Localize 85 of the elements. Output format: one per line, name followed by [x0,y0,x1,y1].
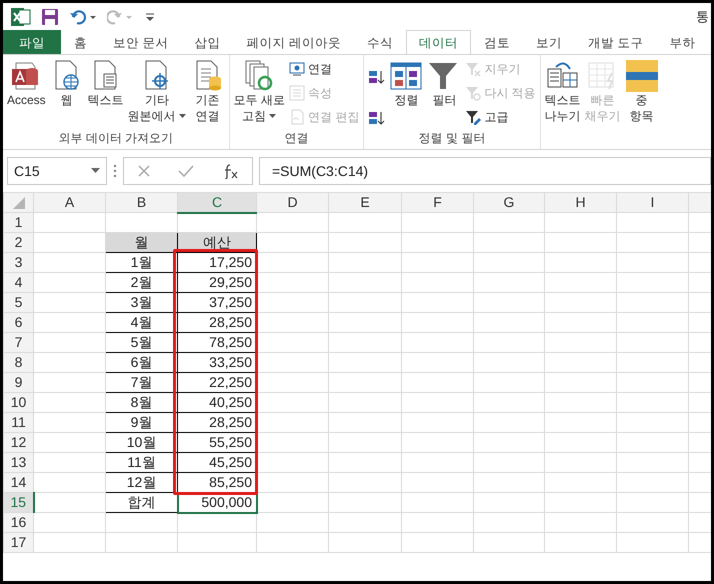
table-cell: 3월 [106,292,178,312]
row-header[interactable]: 4 [4,272,34,292]
save-icon[interactable] [41,8,59,26]
row-header[interactable]: 8 [4,352,34,372]
ribbon-button[interactable]: Access [5,57,48,111]
row-header[interactable]: 6 [4,312,34,332]
row-header[interactable]: 13 [4,452,34,472]
sort-icon[interactable] [368,68,386,84]
ribbon-tab[interactable]: 보기 [522,30,575,54]
column-header[interactable]: G [474,192,544,212]
table-cell: 9월 [106,412,178,432]
ribbon-tab[interactable]: 개발 도구 [574,30,656,54]
ribbon-button[interactable]: 고급 [463,105,538,128]
ribbon-tab[interactable]: 수식 [354,30,406,54]
column-header[interactable]: F [402,192,474,212]
table-cell: 10월 [106,432,178,452]
ribbon-tab[interactable]: 보안 문서 [100,30,182,54]
undo-icon[interactable] [69,8,97,24]
dropdown-arrow-icon [91,168,100,174]
ribbon-button[interactable]: 텍스트 [86,57,126,111]
column-header[interactable]: E [328,192,402,212]
excel-logo-icon [11,6,31,26]
row-header[interactable]: 3 [4,252,34,272]
table-cell: 7월 [106,372,178,392]
sort-icon[interactable] [368,110,386,126]
ribbon-tab[interactable]: 데이터 [406,30,471,54]
ribbon-tab[interactable]: 홈 [61,30,100,54]
row-header[interactable]: 11 [4,412,34,432]
file-tab[interactable]: 파일 [3,30,61,54]
ribbon-button[interactable]: 기존 연결 [188,57,227,126]
column-header[interactable]: B [106,192,178,212]
ribbon-tab[interactable]: 부하 [656,30,708,54]
connection-icon [289,60,306,76]
ribbon-tab[interactable]: 페이지 레이아웃 [233,30,354,54]
table-cell: 1월 [106,252,178,272]
advanced-filter-icon [465,108,482,124]
row-header[interactable]: 2 [4,232,34,252]
edit-link-icon [289,108,306,124]
ribbon-button[interactable]: 텍스트 나누기 [542,57,583,126]
column-header[interactable]: D [256,192,328,212]
row-header[interactable]: 14 [4,472,34,492]
table-cell: 5월 [106,332,178,352]
row-header[interactable]: 5 [4,292,34,312]
row-header[interactable]: 1 [4,212,34,232]
header-cell: 월 [106,232,178,252]
table-cell: 11월 [106,452,178,472]
grip-icon [113,164,117,178]
row-header[interactable]: 16 [4,512,34,532]
customize-icon[interactable] [145,10,155,22]
window-title: 통 [696,8,709,26]
ribbon-button[interactable]: 기타 원본에서 [126,57,189,126]
group-label: 정렬 및 필터 [418,131,486,145]
table-cell: 2월 [106,272,178,292]
ribbon-button[interactable]: 정렬 [387,57,426,111]
row-header[interactable]: 10 [4,392,34,412]
table-cell: 12월 [106,472,178,492]
row-header[interactable]: 9 [4,372,34,392]
ribbon-button[interactable]: 웹 [48,57,86,111]
group-label: 연결 [284,131,309,145]
ribbon-tab[interactable]: 삽입 [181,30,234,54]
ribbon-button[interactable]: 연결 [287,57,362,80]
column-header[interactable]: A [34,192,106,212]
table-cell: 8월 [106,392,178,412]
check-icon[interactable] [178,164,194,178]
table-cell: 6월 [106,352,178,372]
row-header[interactable]: 7 [4,332,34,352]
table-cell: 4월 [106,312,178,332]
properties-icon [289,84,306,100]
ribbon-tab[interactable]: 검토 [470,30,523,54]
name-box[interactable]: C15 [7,157,107,185]
clear-filter-icon [465,60,482,76]
ribbon-button[interactable]: 중 항목 [622,57,661,126]
row-header[interactable]: 17 [4,532,34,552]
table-cell[interactable]: 500,000 [178,492,256,512]
column-header[interactable]: I [616,192,688,212]
ribbon-button[interactable]: 필터 [425,57,464,111]
column-header[interactable]: C [178,192,256,212]
ribbon-button[interactable]: 모두 새로 고침 [232,57,288,126]
group-label: 외부 데이터 가져오기 [58,131,174,145]
column-header[interactable]: H [544,192,616,212]
row-header[interactable]: 12 [4,432,34,452]
row-header[interactable]: 15 [4,492,34,512]
formula-field[interactable]: =SUM(C3:C14) [259,157,711,185]
reapply-filter-icon [465,84,482,100]
remove-duplicates-icon [624,59,659,93]
